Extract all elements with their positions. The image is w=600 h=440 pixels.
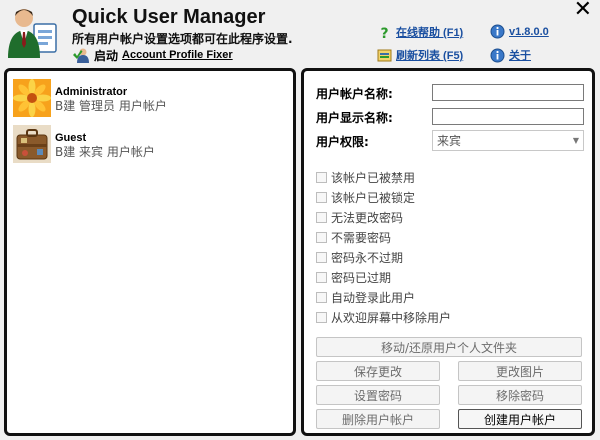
checkbox-box[interactable] <box>316 291 327 303</box>
user-name: Guest <box>55 132 87 144</box>
launch-profile-fixer[interactable]: 启动 Account Profile Fixer <box>72 47 233 63</box>
user-description: B建 来宾 用户帐户 <box>55 145 155 159</box>
user-name: Administrator <box>55 86 128 98</box>
move-restore-profile-button[interactable]: 移动/还原用户个人文件夹 <box>316 337 582 357</box>
checkbox-account-disabled[interactable]: 该帐户已被禁用 <box>316 169 415 185</box>
app-header: Quick User Manager 所有用户帐户设置选项都可在此程序设置. 启… <box>0 0 600 66</box>
delete-user-button[interactable]: 删除用户帐户 <box>316 409 440 429</box>
save-changes-button[interactable]: 保存更改 <box>316 361 440 381</box>
checkbox-box[interactable] <box>316 271 327 283</box>
chevron-down-icon: ▼ <box>572 136 579 145</box>
checkbox-password-never-expires[interactable]: 密码永不过期 <box>316 249 403 265</box>
help-icon: ? <box>380 26 388 40</box>
close-button[interactable]: ✕ <box>574 0 592 21</box>
checkbox-auto-login[interactable]: 自动登录此用户 <box>316 289 415 305</box>
launch-label: 启动 <box>94 48 119 63</box>
refresh-list-icon <box>377 49 392 61</box>
flower-avatar-icon <box>13 79 51 117</box>
version-link[interactable]: v1.8.0.0 <box>490 24 549 39</box>
user-description: B建 管理员 用户帐户 <box>55 99 167 113</box>
refresh-list-link[interactable]: 刷新列表 (F5) <box>377 47 463 63</box>
permission-value: 来宾 <box>437 134 462 148</box>
suitcase-avatar-icon <box>13 125 51 163</box>
about-link[interactable]: 关于 <box>490 47 531 63</box>
user-manager-logo-icon <box>8 9 57 58</box>
user-list-item-administrator[interactable]: Administrator B建 管理员 用户帐户 <box>13 79 283 119</box>
checkbox-account-locked[interactable]: 该帐户已被锁定 <box>316 189 415 205</box>
checkbox-password-expired[interactable]: 密码已过期 <box>316 269 391 285</box>
checkbox-box[interactable] <box>316 251 327 263</box>
account-name-input[interactable] <box>432 84 584 101</box>
checkbox-box[interactable] <box>316 171 327 183</box>
checkbox-box[interactable] <box>316 191 327 203</box>
user-list-item-guest[interactable]: Guest B建 来宾 用户帐户 <box>13 125 283 165</box>
create-user-button[interactable]: 创建用户帐户 <box>458 409 582 429</box>
info-icon <box>490 24 505 39</box>
remove-password-button[interactable]: 移除密码 <box>458 385 582 405</box>
app-subtitle: 所有用户帐户设置选项都可在此程序设置. <box>72 32 293 46</box>
checkbox-box[interactable] <box>316 311 327 323</box>
account-name-label: 用户帐户名称: <box>316 87 393 101</box>
checkbox-password-not-required[interactable]: 不需要密码 <box>316 229 391 245</box>
user-list-panel: Administrator B建 管理员 用户帐户 Guest B建 来宾 用户… <box>4 68 296 436</box>
checkbox-box[interactable] <box>316 211 327 223</box>
svg-text:?: ? <box>380 26 388 40</box>
checkbox-box[interactable] <box>316 231 327 243</box>
display-name-input[interactable] <box>432 108 584 125</box>
change-picture-button[interactable]: 更改图片 <box>458 361 582 381</box>
set-password-button[interactable]: 设置密码 <box>316 385 440 405</box>
permission-label: 用户权限: <box>316 135 369 149</box>
account-profile-fixer-link[interactable]: Account Profile Fixer <box>122 49 233 61</box>
profile-fixer-icon <box>73 48 89 63</box>
info-icon <box>490 48 505 62</box>
permission-select[interactable]: 来宾 ▼ <box>432 130 584 151</box>
checkbox-cannot-change-password[interactable]: 无法更改密码 <box>316 209 403 225</box>
app-title: Quick User Manager <box>72 6 266 28</box>
display-name-label: 用户显示名称: <box>316 111 393 125</box>
checkbox-hide-from-welcome[interactable]: 从欢迎屏幕中移除用户 <box>316 309 451 325</box>
online-help-link[interactable]: ? 在线帮助 (F1) <box>377 24 463 40</box>
user-details-panel: 用户帐户名称: 用户显示名称: 用户权限: 来宾 ▼ 该帐户已被禁用 该帐户已被… <box>301 68 595 436</box>
